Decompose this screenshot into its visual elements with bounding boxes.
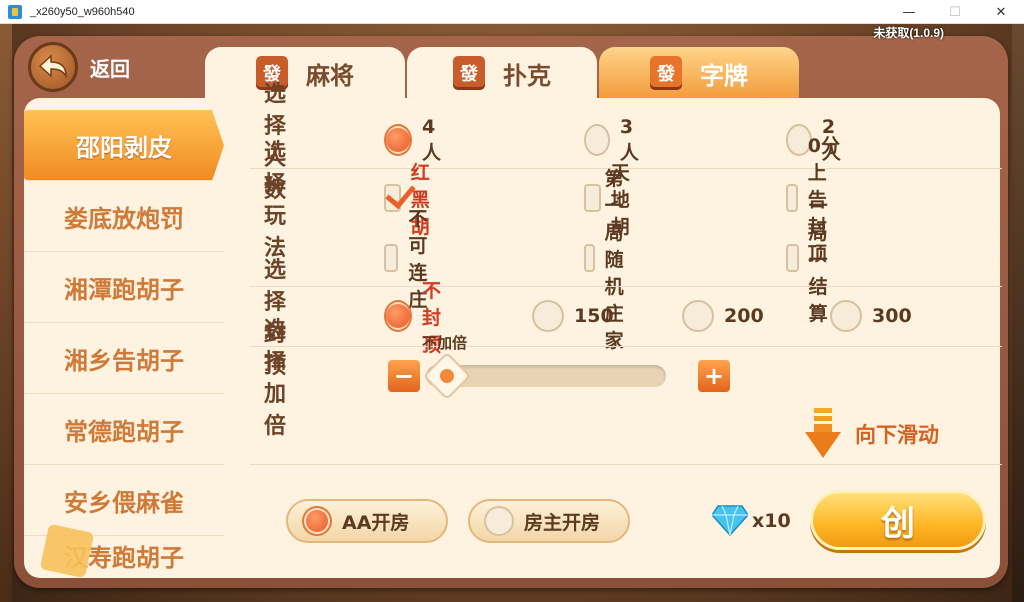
radio-icon (830, 300, 862, 332)
radio-icon (532, 300, 564, 332)
scroll-hint: 向下滑动 (805, 408, 939, 460)
window-title: _x260y50_w960h540 (30, 5, 135, 18)
category-tabs: 發 麻将 發 扑克 發 字牌 (205, 47, 799, 99)
divider (250, 286, 1002, 287)
cap-option-200[interactable]: 200 (682, 300, 764, 332)
close-button[interactable]: ✕ (978, 0, 1024, 24)
option-label: 房主开房 (524, 511, 601, 534)
multiplier-minus-button[interactable]: − (386, 358, 422, 394)
tab-label: 麻将 (306, 61, 354, 90)
radio-icon (682, 300, 714, 332)
decorative-cube (39, 523, 95, 579)
mahjong-tile-icon: 發 (650, 56, 682, 90)
back-label: 返回 (90, 56, 130, 81)
divider (250, 346, 1002, 347)
create-room-button[interactable]: 创 (810, 490, 986, 550)
checkbox-icon (384, 244, 399, 272)
room-option-host[interactable]: 房主开房 (468, 499, 630, 543)
radio-icon (302, 506, 332, 536)
option-label: 200 (724, 305, 764, 327)
maximize-button[interactable]: ☐ (932, 0, 978, 24)
scroll-hint-label: 向下滑动 (855, 423, 939, 447)
app-icon (8, 4, 22, 19)
radio-icon (384, 124, 412, 156)
game-item-xiangtan[interactable]: 湘潭跑胡子 (24, 252, 224, 323)
option-label: 300 (872, 305, 912, 327)
game-item-loudi[interactable]: 娄底放炮罚 (24, 181, 224, 252)
tab-mahjong[interactable]: 發 麻将 (205, 47, 405, 99)
game-list[interactable]: 邵阳剥皮 娄底放炮罚 湘潭跑胡子 湘乡告胡子 常德跑胡子 安乡偎麻雀 汉寿跑胡子 (24, 110, 224, 578)
background-edge-right (1012, 24, 1024, 602)
background-edge-left (0, 24, 12, 602)
game-item-shaoyang[interactable]: 邵阳剥皮 (24, 110, 224, 181)
window-controls: — ☐ ✕ (886, 0, 1024, 24)
version-label: 未获取(1.0.9) (873, 26, 944, 40)
checkbox-icon (584, 244, 595, 272)
tab-label: 扑克 (503, 61, 551, 90)
back-button[interactable]: 返回 (28, 42, 178, 92)
diamond-cost: x10 (752, 510, 791, 532)
diamond-icon (712, 505, 748, 536)
cap-option-150[interactable]: 150 (532, 300, 614, 332)
radio-icon (584, 124, 610, 156)
radio-icon (484, 506, 514, 536)
option-label: 150 (574, 305, 614, 327)
back-arrow-icon (28, 42, 78, 92)
multiplier-value: 不加倍 (422, 334, 468, 352)
minimize-button[interactable]: — (886, 0, 932, 24)
mahjong-tile-icon: 發 (453, 56, 485, 90)
divider (250, 464, 1002, 465)
rules-label: 选择玩法 (264, 140, 287, 261)
multiplier-label: 选择加倍 (264, 318, 287, 439)
game-item-changde[interactable]: 常德跑胡子 (24, 394, 224, 465)
cap-option-300[interactable]: 300 (830, 300, 912, 332)
radio-icon (384, 300, 412, 332)
down-arrow-icon (805, 408, 841, 458)
tab-zipai[interactable]: 發 字牌 (599, 47, 799, 99)
room-option-aa[interactable]: AA开房 (286, 499, 448, 543)
checkbox-icon (786, 244, 799, 272)
game-item-xiangxiang[interactable]: 湘乡告胡子 (24, 323, 224, 394)
multiplier-plus-button[interactable]: + (696, 358, 732, 394)
option-label: AA开房 (342, 511, 410, 534)
tab-label: 字牌 (700, 61, 748, 90)
window-titlebar: _x260y50_w960h540 — ☐ ✕ (0, 0, 1024, 24)
tab-poker[interactable]: 發 扑克 (407, 47, 597, 99)
